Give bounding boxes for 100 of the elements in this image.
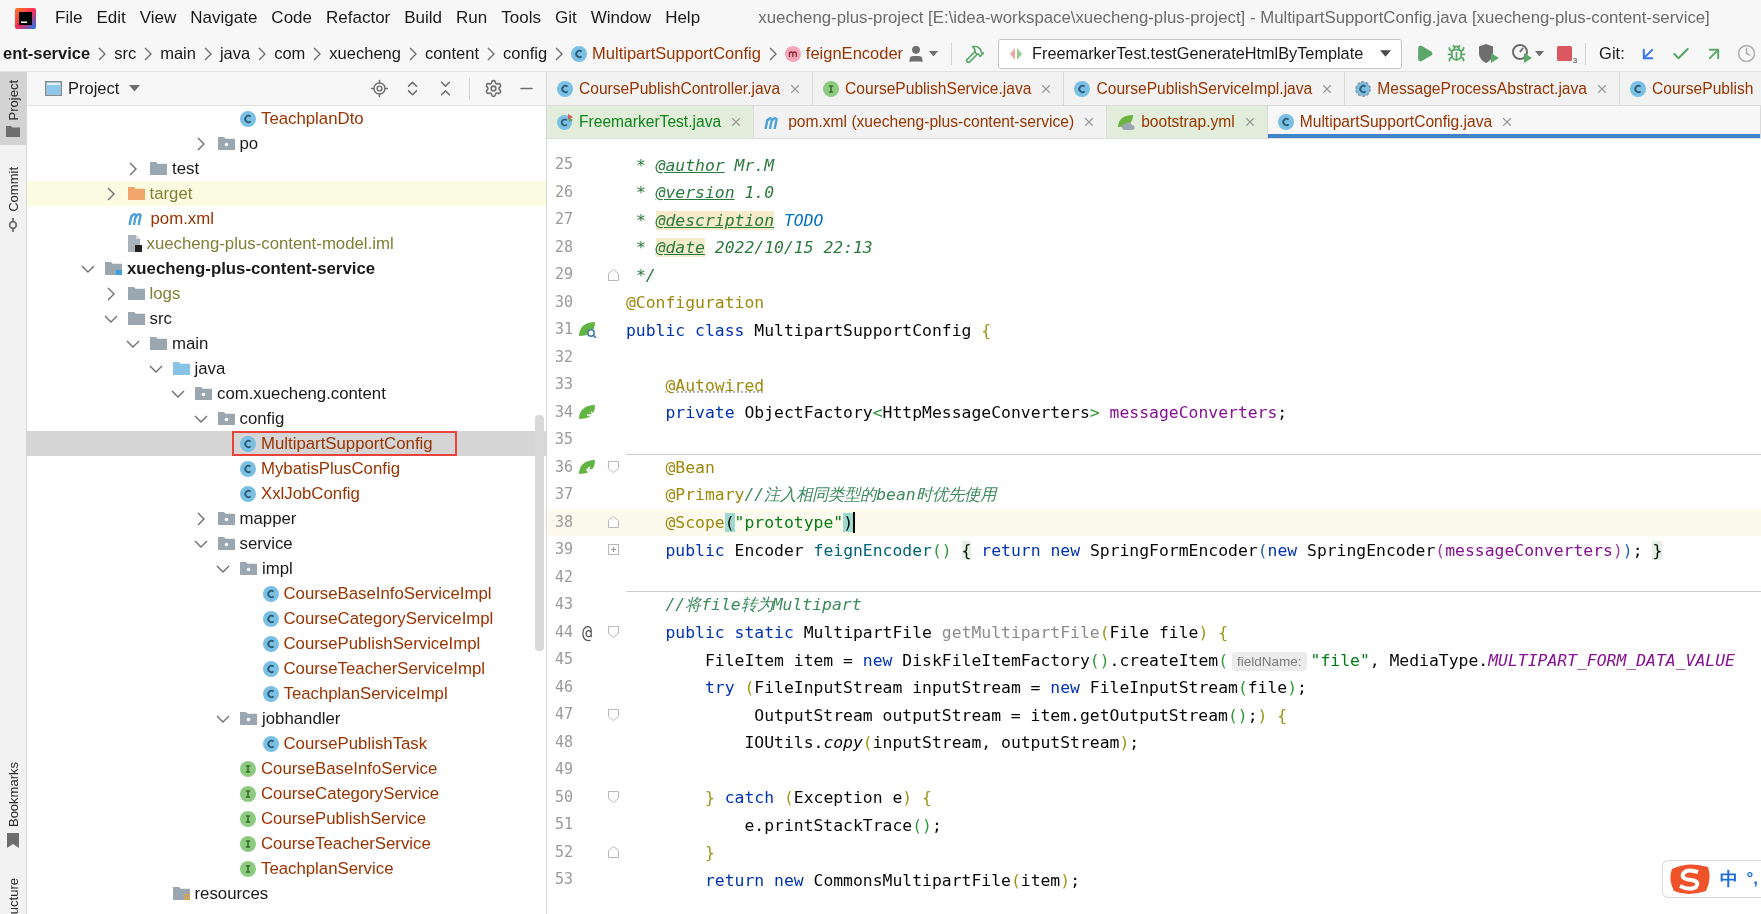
chevron-right-icon[interactable] (106, 286, 115, 301)
scrollbar-thumb[interactable] (535, 415, 544, 651)
ime-toolbar[interactable]: 中 °, (1662, 860, 1761, 898)
chevron-down-icon[interactable] (216, 714, 230, 723)
menu-item[interactable]: Refactor (319, 3, 398, 33)
plus-box-icon[interactable] (608, 544, 619, 556)
chevron-right-icon[interactable] (129, 161, 137, 176)
breadcrumb-item[interactable]: src (111, 44, 140, 63)
breadcrumb-item[interactable]: xuecheng (326, 44, 404, 63)
tree-item[interactable]: resources (27, 881, 546, 906)
panel-title[interactable]: Project (68, 79, 120, 98)
menu-item[interactable]: Run (449, 3, 495, 33)
clock-icon[interactable] (1736, 44, 1756, 63)
tree-item[interactable]: xuecheng-plus-content-service (27, 256, 546, 281)
tree-item[interactable]: TeachplanServiceImpl (27, 681, 546, 706)
tree-item[interactable]: com.xuecheng.content (27, 381, 546, 406)
tree-item[interactable]: pom.xml (27, 206, 546, 231)
tree-item[interactable]: CourseBaseInfoService (27, 756, 546, 781)
menu-item[interactable]: Edit (89, 3, 133, 33)
tree-item[interactable]: MultipartSupportConfig (27, 431, 546, 456)
menu-item[interactable]: View (132, 3, 184, 33)
editor-tab[interactable]: MultipartSupportConfig.java (1267, 106, 1761, 138)
breadcrumb-item[interactable]: ent-service (0, 44, 94, 63)
tree-item[interactable]: mapper (27, 506, 546, 531)
fold-marker-icon[interactable] (608, 708, 619, 721)
editor-tab[interactable]: CoursePublish (1620, 72, 1761, 105)
chevron-down-icon[interactable] (216, 564, 230, 573)
chevron-down-icon[interactable] (193, 539, 208, 548)
menu-item[interactable]: File (48, 3, 90, 33)
fold-marker-icon[interactable] (608, 791, 619, 804)
breadcrumb-item[interactable]: main (157, 44, 199, 63)
caret-down-icon[interactable] (129, 85, 141, 92)
fold-marker-icon[interactable] (608, 268, 619, 281)
caret-down-icon[interactable] (1535, 50, 1545, 57)
chevron-down-icon[interactable] (126, 339, 140, 348)
tree-item[interactable]: xuecheng-plus-content-model.iml (27, 231, 546, 256)
gauge-play-icon[interactable] (1512, 44, 1533, 63)
leaf-icon[interactable] (577, 321, 597, 339)
tree-item[interactable]: CoursePublishService (27, 806, 546, 831)
editor-tab[interactable]: CoursePublishService.java (813, 72, 1065, 105)
tree-item[interactable]: CourseTeacherServiceImpl (27, 656, 546, 681)
chevron-right-icon[interactable] (196, 136, 205, 151)
menu-item[interactable]: Window (583, 3, 659, 33)
chevron-down-icon[interactable] (148, 364, 163, 373)
tree-item[interactable]: jobhandler (27, 706, 546, 731)
stop-icon[interactable] (1557, 46, 1573, 61)
tree-item[interactable]: src (27, 306, 546, 331)
gutter-mark[interactable]: @ (581, 622, 593, 643)
tree-item[interactable]: CoursePublishTask (27, 731, 546, 756)
shield-play-icon[interactable] (1479, 44, 1500, 63)
tree-item[interactable]: po (27, 131, 546, 156)
tool-window-button[interactable]: Project (0, 72, 26, 146)
hammer-icon[interactable] (965, 43, 986, 64)
tree-item[interactable]: config (27, 406, 546, 431)
tree-item[interactable]: logs (27, 281, 546, 306)
chevron-down-icon[interactable] (103, 314, 118, 323)
tree-item[interactable]: CourseCategoryServiceImpl (27, 606, 546, 631)
tree-item[interactable]: CourseTeacherService (27, 831, 546, 856)
breadcrumb-item[interactable]: config (500, 44, 551, 63)
editor-tab[interactable]: FreemarkerTest.java (547, 106, 755, 138)
tree-item[interactable]: impl (27, 556, 546, 581)
breadcrumb-item[interactable]: MultipartSupportConfig (568, 44, 764, 63)
tree-item[interactable]: test (27, 156, 546, 181)
chevron-right-icon[interactable] (106, 186, 115, 201)
chevron-right-icon[interactable] (196, 511, 205, 526)
menu-item[interactable]: Navigate (183, 3, 265, 33)
tree-item[interactable]: TeachplanDto (27, 106, 546, 131)
editor-tab[interactable]: CoursePublishServiceImpl.java (1064, 72, 1346, 105)
tool-window-button[interactable]: Bookmarks (0, 753, 26, 856)
tree-item[interactable]: target (27, 181, 546, 206)
tool-window-button[interactable]: ucture (0, 869, 26, 914)
fold-marker-icon[interactable] (608, 516, 619, 529)
menu-item[interactable]: Help (658, 3, 708, 33)
tree-item[interactable]: main (27, 331, 546, 356)
fold-marker-icon[interactable] (608, 846, 619, 859)
breadcrumb-item[interactable]: com (271, 44, 309, 63)
run-config-dropdown[interactable]: FreemarkerTest.testGenerateHtmlByTemplate (998, 38, 1403, 69)
tool-window-button[interactable]: Commit (0, 159, 26, 241)
settings-icon[interactable] (484, 79, 503, 98)
leaf-icon[interactable] (577, 458, 597, 476)
tree-item[interactable]: TeachplanService (27, 856, 546, 881)
editor-tab[interactable]: bootstrap.yml (1107, 106, 1268, 138)
tree-item[interactable]: CourseCategoryService (27, 781, 546, 806)
tree-item[interactable]: MybatisPlusConfig (27, 456, 546, 481)
breadcrumb-item[interactable]: java (216, 44, 254, 63)
chevron-down-icon[interactable] (193, 414, 208, 423)
fold-marker-icon[interactable] (608, 626, 619, 639)
editor-tab[interactable]: MessageProcessAbstract.java (1345, 72, 1620, 105)
tree-item[interactable]: service (27, 531, 546, 556)
locate-icon[interactable] (370, 79, 389, 98)
tree-item[interactable]: java (27, 356, 546, 381)
play-icon[interactable] (1415, 44, 1435, 63)
fold-marker-icon[interactable] (608, 461, 619, 474)
chevron-down-icon[interactable] (81, 264, 95, 273)
menu-item[interactable]: Git (547, 3, 584, 33)
leaf-icon[interactable] (577, 403, 597, 421)
bug-icon[interactable] (1447, 44, 1467, 63)
caret-down-icon[interactable] (929, 50, 939, 57)
tree-item[interactable]: CourseBaseInfoServiceImpl (27, 581, 546, 606)
chevron-down-icon[interactable] (171, 389, 185, 398)
